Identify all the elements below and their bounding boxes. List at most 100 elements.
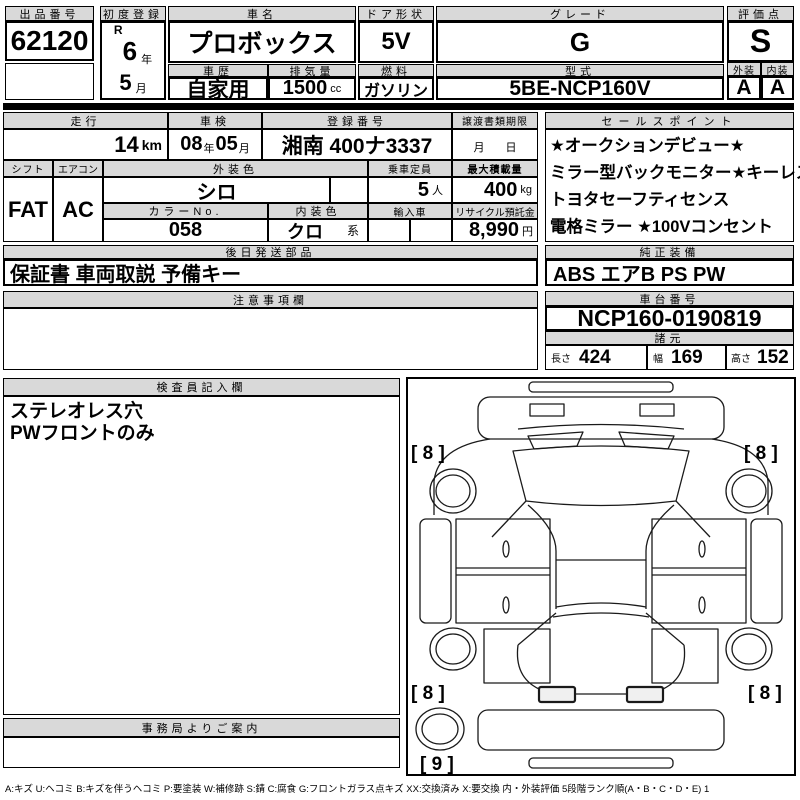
car-history-header: 車歴 [168,64,268,77]
front-left-section-label: [ 8 ] [411,443,445,464]
notes-header: 注意事項欄 [3,291,538,308]
inspector-notes-header: 検査員記入欄 [3,378,400,396]
sill-panel-right [751,519,782,623]
mileage-header: 走行 [3,112,168,129]
sales-point-box: ★オークションデビュー★ ミラー型バックモニター★キーレス トヨタセーフティセン… [545,129,794,242]
car-name-header: 車名 [168,6,356,21]
first-registration-header: 初度登録 [100,6,166,21]
inspector-note-line: ステレオレス穴 [10,401,143,423]
interior-color-suffix: 系 [347,222,359,239]
sill-panel-left [420,519,451,623]
later-parts-value: 保証書 車両取説 予備キー [3,259,538,286]
color-no-value: 058 [103,219,268,242]
mileage-unit: km [142,137,162,153]
import-value-right [410,219,452,242]
registration-number-header: 登録番号 [262,112,452,129]
month-suffix: 月 [136,80,147,96]
inspection-year: 08 [180,133,202,156]
inspection-year-suffix: 年 [204,140,215,156]
car-top-view-diagram: [ 8 ] [ 8 ] [ 8 ] [ 8 ] [ 9 ] [408,379,794,774]
spec-width-cell: 幅 169 [647,345,726,370]
vin-value: NCP160-0190819 [545,306,794,331]
import-value-left [368,219,410,242]
recycle-header: リサイクル預託金 [452,203,538,219]
damage-diagram-panel: [ 8 ] [ 8 ] [ 8 ] [ 8 ] [ 9 ] [406,377,796,776]
interior-score-value: A [761,76,794,100]
max-load-unit: kg [520,184,532,196]
max-load-header: 最大積載量 [452,160,538,177]
capacity-value: 5 人 [368,177,452,203]
cabin-side-left [528,505,556,609]
windshield [513,446,689,506]
width-value: 169 [671,347,703,369]
fuel-value: ガソリン [358,77,434,100]
door-handle-front-left [503,541,509,557]
shift-value: FAT [3,177,53,242]
registration-number-value: 湘南 400ナ3337 [262,129,452,160]
exterior-color-header: 外装色 [103,160,368,177]
length-label: 長さ [551,350,571,365]
grade-header: グレード [436,6,724,21]
mileage-number: 14 [114,132,138,158]
exterior-score-header: 外装 [727,62,761,76]
legend-text: A:キズ U:ヘコミ B:キズを伴うヘコミ P:要塗装 W:補修跡 S:錆 C:… [5,781,797,797]
displacement-header: 排気量 [268,64,356,77]
aircon-value: AC [53,177,103,242]
rear-bumper [478,710,724,750]
fuel-header: 燃料 [358,64,434,77]
score-header: 評価点 [727,6,794,21]
capacity-number: 5 [418,179,429,202]
rear-right-section-label: [ 8 ] [748,683,782,704]
cabin-side-right [646,505,674,609]
front-grille-left [530,404,564,416]
first-registration-value: R 6 年 5 月 [100,21,166,100]
spec-header: 諸元 [545,331,794,345]
sales-point-line: 電格ミラー ★100Vコンセント [550,214,791,241]
oem-equipment-header: 純正装備 [545,245,794,259]
color-no-header: カラーNo. [103,203,268,219]
sales-point-line: トヨタセーフティセンス [550,187,791,214]
inspection-value: 08 年 05 月 [168,129,262,160]
year-suffix: 年 [141,51,152,67]
rear-left-rim [436,634,470,664]
interior-color-name: クロ [287,219,323,242]
spare-tire-inner [422,714,458,744]
transfer-month-label: 月 [474,139,485,155]
first-reg-month: 5 [119,70,131,96]
mileage-value: 14 km [3,129,168,160]
inspector-notes-box: ステレオレス穴 PWフロントのみ [3,396,400,715]
exterior-color-value: シロ [103,177,330,203]
later-parts-header: 後日発送部品 [3,245,538,259]
cowl-line [518,425,684,430]
oem-equipment-value: ABS エアB PS PW [545,259,794,286]
import-header: 輸入車 [368,203,452,219]
notes-empty-box [3,308,538,370]
tail-light-right [627,687,663,702]
rear-left-section-label: [ 8 ] [411,683,445,704]
front-right-rim [732,475,766,507]
first-reg-year: 6 [123,36,137,67]
lot-number-header: 出品番号 [5,6,94,21]
width-label: 幅 [653,350,663,365]
recycle-value: 8,990 円 [452,219,538,242]
height-label: 高さ [731,350,751,365]
model-code-value: 5BE-NCP160V [436,77,724,100]
lot-number-value: 62120 [5,21,94,61]
sales-point-header: セールスポイント [545,112,794,129]
rear-window-top [556,603,646,607]
door-handle-rear-left [503,597,509,613]
recycle-amount: 8,990 [469,219,519,242]
displacement-unit: cc [330,83,341,95]
inspection-month: 05 [216,133,238,156]
car-name-value: プロボックス [168,21,356,63]
recycle-unit: 円 [522,223,533,239]
capacity-unit: 人 [432,182,443,198]
front-edge-strip [529,382,673,392]
front-grille-right [640,404,674,416]
auction-sheet: { "header": { "lot_label": "出品番号", "lot_… [0,0,800,800]
interior-color-header: 内装色 [268,203,368,219]
transfer-deadline-header: 譲渡書類期限 [452,112,538,129]
door-shape-value: 5V [358,21,434,63]
displacement-value: 1500 cc [268,77,356,100]
exterior-score-value: A [727,76,761,100]
